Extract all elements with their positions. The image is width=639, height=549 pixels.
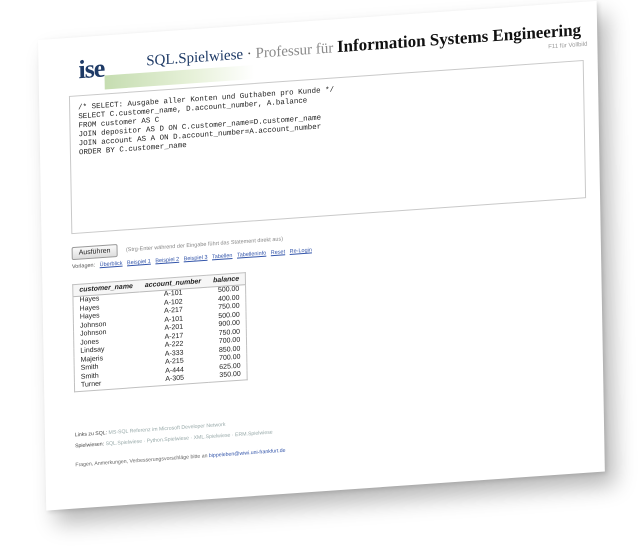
fullscreen-hint: F11 für Vollbild: [548, 41, 588, 51]
page-footer: Links zu SQL: MS-SQL Referenz im Microso…: [75, 416, 286, 472]
logo-text: ise: [78, 53, 105, 85]
templates-label: Vorlagen:: [71, 262, 96, 271]
footer-links-label: Links zu SQL:: [74, 430, 108, 439]
title-separator: ·: [242, 45, 256, 63]
footer-spielwiesen-label: Spielwiesen:: [75, 441, 105, 450]
template-link-reset[interactable]: Reset: [271, 249, 285, 256]
app-page: ise SQL.Spielwiese · Professur für Infor…: [38, 0, 605, 511]
ise-logo[interactable]: ise: [78, 53, 104, 85]
template-link-example-3[interactable]: Beispiel 3: [184, 255, 208, 263]
prof-text: Professur für: [255, 40, 334, 62]
template-link-example-2[interactable]: Beispiel 2: [155, 257, 179, 265]
template-link-tableinfo[interactable]: Tabelleninfo: [237, 251, 266, 259]
results-table: customer_name account_number balance Hay…: [72, 272, 248, 392]
template-link-relogin[interactable]: Re-Login: [290, 247, 312, 255]
screenshot-stage: ise SQL.Spielwiese · Professur für Infor…: [0, 0, 639, 549]
template-link-overview[interactable]: Überblick: [100, 261, 123, 269]
footer-contact-text: Fragen, Anmerkungen, Verbesserungsvorsch…: [75, 453, 208, 469]
footer-contact-email[interactable]: bippeleben@wiwi.uni-frankfurt.de: [209, 448, 286, 459]
results-body: Hayes A-101 500.00 Hayes A-102 400.00 Hayes A…: [73, 285, 247, 392]
template-link-example-1[interactable]: Beispiel 1: [127, 259, 151, 267]
balance-cell: 350.00: [219, 370, 241, 380]
page-title: SQL.Spielwiese · Professur für Informati…: [146, 20, 581, 70]
template-link-tables[interactable]: Tabellen: [212, 253, 233, 260]
ise-text: Information Systems Engineering: [336, 20, 582, 57]
run-button[interactable]: Ausführen: [71, 243, 118, 261]
